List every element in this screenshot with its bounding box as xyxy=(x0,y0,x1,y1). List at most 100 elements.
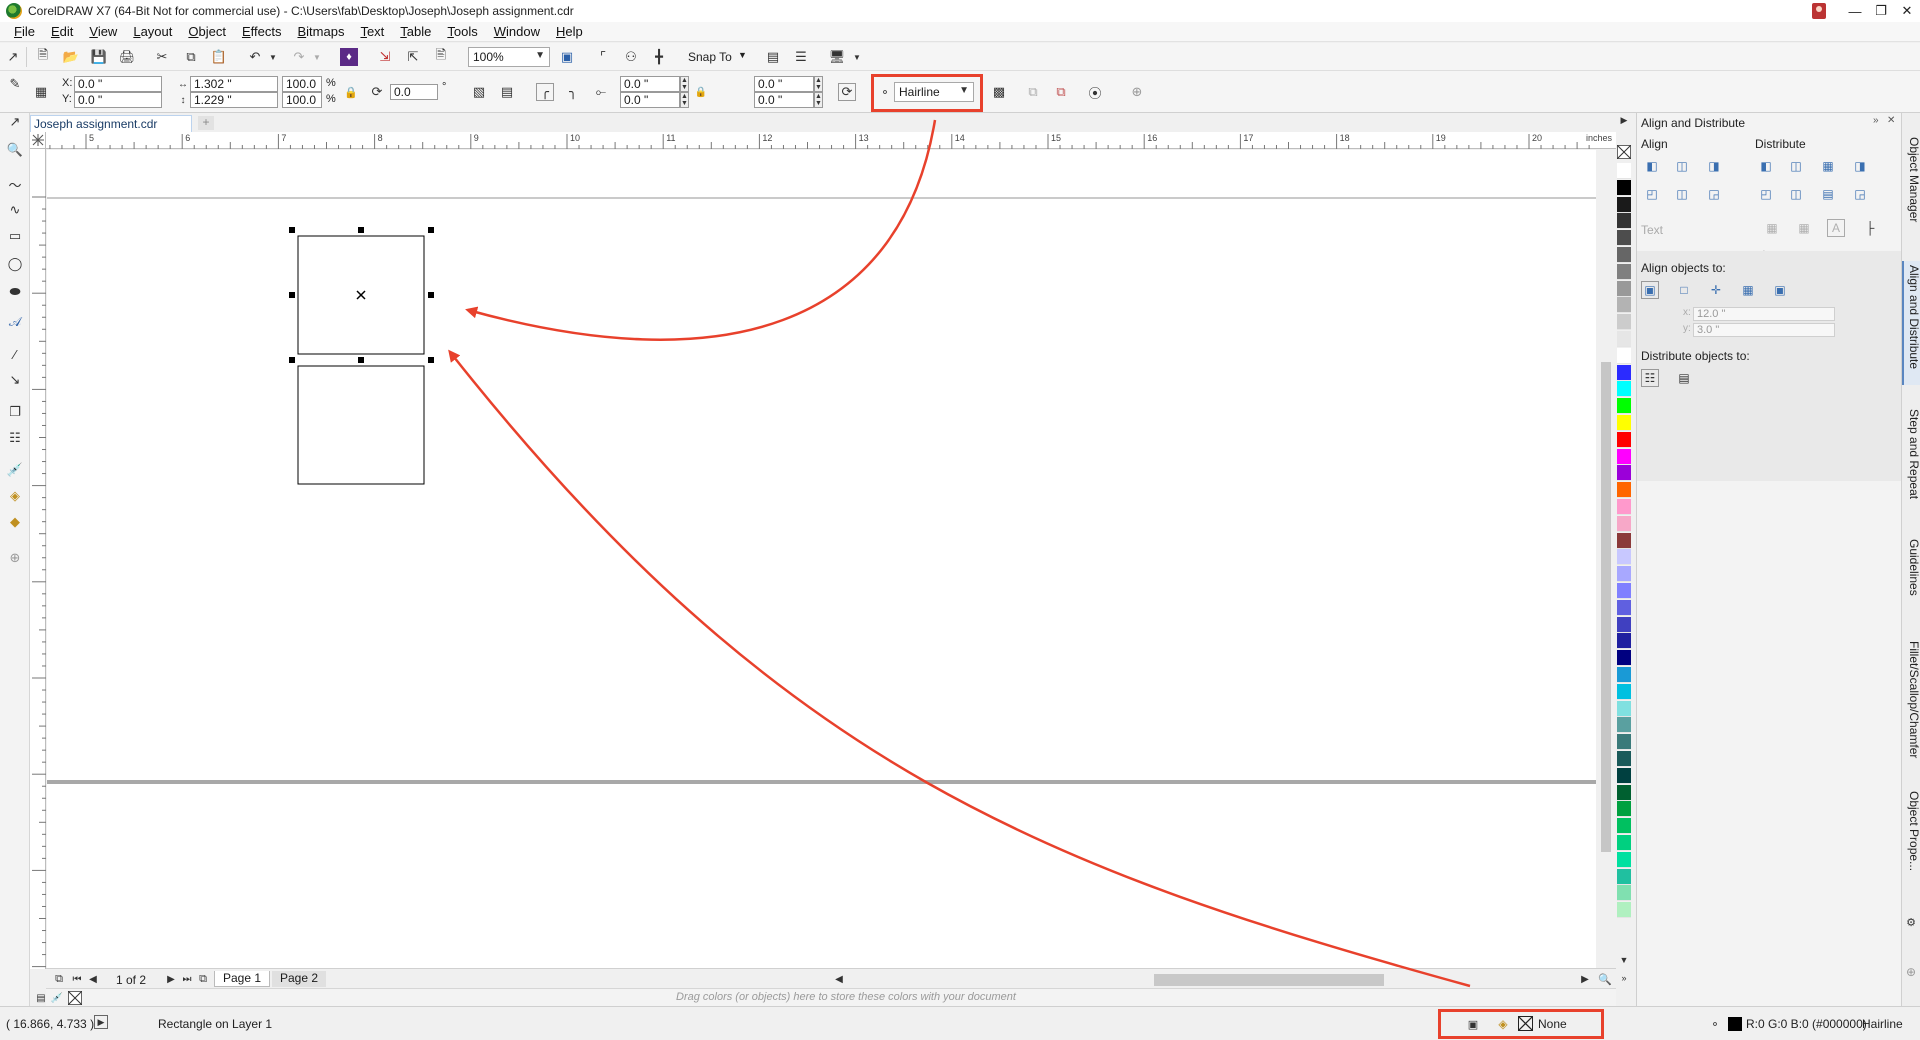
docker-expand-icon[interactable]: » xyxy=(1873,115,1879,126)
palette-swatch[interactable] xyxy=(1617,465,1631,482)
spin-icon[interactable]: ▲ ▼ xyxy=(680,92,689,108)
menu-text[interactable]: Text xyxy=(352,24,392,39)
palette-swatch[interactable] xyxy=(1617,667,1631,683)
palette-swatch[interactable] xyxy=(1617,331,1631,347)
page-tab-2[interactable]: Page 2 xyxy=(272,971,327,987)
rotation-center-icon[interactable] xyxy=(356,290,366,300)
text-align-options-icon[interactable]: ├ xyxy=(1861,219,1879,237)
scroll-right-icon[interactable]: ▶ xyxy=(1576,970,1594,988)
palette-swatch[interactable] xyxy=(1617,650,1631,667)
to-back-icon[interactable]: ⧉ xyxy=(1052,83,1070,101)
distribute-right-icon[interactable]: ◨ xyxy=(1851,157,1869,175)
export-icon[interactable]: ⇱ xyxy=(404,48,422,66)
zoom-level-combo[interactable]: 100% ▼ xyxy=(468,47,550,67)
palette-swatch[interactable] xyxy=(1617,179,1631,196)
palette-swatch[interactable] xyxy=(1617,868,1631,885)
palette-swatch[interactable] xyxy=(1617,633,1631,650)
color-eyedropper-icon[interactable]: 💉 xyxy=(6,461,24,479)
palette-swatch[interactable] xyxy=(1617,247,1631,263)
align-bottom-icon[interactable]: ◲ xyxy=(1705,185,1723,203)
palette-swatch[interactable] xyxy=(1617,902,1631,919)
side-tab-object-properties[interactable]: Object Prope... xyxy=(1902,787,1920,891)
distribute-middle-icon[interactable]: ◫ xyxy=(1787,185,1805,203)
user-account-icon[interactable] xyxy=(1812,3,1826,19)
extent-of-selection-icon[interactable]: ☷ xyxy=(1641,369,1659,387)
palette-swatch[interactable] xyxy=(1617,784,1631,801)
ruler-corner[interactable] xyxy=(30,132,46,149)
palette-swatch[interactable] xyxy=(1617,163,1631,179)
align-right-icon[interactable]: ◨ xyxy=(1705,157,1723,175)
corner-radius-top-right[interactable]: 0.0 " xyxy=(754,76,814,92)
rectangle-tool-icon[interactable]: ▭ xyxy=(6,227,24,245)
grid-icon[interactable]: ▦ xyxy=(1739,281,1757,299)
quick-customize-icon[interactable]: ⊕ xyxy=(1128,83,1146,101)
palette-swatch[interactable] xyxy=(1617,213,1631,230)
side-tab-step-repeat[interactable]: Step and Repeat xyxy=(1902,405,1920,515)
side-tab-guidelines[interactable]: Guidelines xyxy=(1902,535,1920,619)
menu-window[interactable]: Window xyxy=(486,24,548,39)
palette-scroll-up-icon[interactable]: ▶ xyxy=(1615,111,1633,129)
menu-help[interactable]: Help xyxy=(548,24,591,39)
scalloped-corner-icon[interactable]: ╮ xyxy=(564,83,582,101)
menu-edit[interactable]: Edit xyxy=(43,24,81,39)
open-icon[interactable]: 📂 xyxy=(62,48,80,66)
distribute-spacing-icon[interactable]: ▦ xyxy=(1819,157,1837,175)
parallel-dimension-icon[interactable]: ∕ xyxy=(6,345,24,363)
horizontal-scroll-thumb[interactable] xyxy=(1154,974,1384,986)
menu-view[interactable]: View xyxy=(81,24,125,39)
publish-pdf-icon[interactable]: 🖹 xyxy=(432,47,450,66)
menu-tools[interactable]: Tools xyxy=(439,24,485,39)
align-left-icon[interactable]: ◧ xyxy=(1643,157,1661,175)
snap-to-dropdown[interactable]: Snap To xyxy=(688,50,732,64)
y-position-field[interactable]: 0.0 " xyxy=(74,92,162,108)
artistic-media-icon[interactable]: ∿ xyxy=(6,201,24,219)
show-guidelines-icon[interactable]: ╋ xyxy=(650,48,668,66)
full-screen-preview-icon[interactable]: ▣ xyxy=(558,48,576,66)
new-document-icon[interactable]: 🗎 xyxy=(34,47,52,66)
zoom-tool-icon[interactable]: 🔍 xyxy=(6,141,24,159)
close-button[interactable]: ✕ xyxy=(1894,0,1920,22)
restore-button[interactable]: ❐ xyxy=(1868,0,1894,22)
palette-swatch[interactable] xyxy=(1617,683,1631,700)
palette-swatch[interactable] xyxy=(1617,448,1631,465)
drop-shadow-icon[interactable]: ❐ xyxy=(6,403,24,421)
palette-swatch[interactable] xyxy=(1617,515,1631,532)
palette-swatch[interactable] xyxy=(1617,835,1631,851)
menu-file[interactable]: File xyxy=(6,24,43,39)
paste-icon[interactable]: 📋 xyxy=(210,48,228,66)
undo-dropdown-icon[interactable]: ▼ xyxy=(264,48,282,66)
palette-swatch[interactable] xyxy=(1617,297,1631,314)
lock-ratio-icon[interactable]: 🔒 xyxy=(342,83,360,101)
corner-radius-bottom-right[interactable]: 0.0 " xyxy=(754,92,814,108)
convert-to-curves-icon[interactable]: ⦿ xyxy=(1086,83,1104,101)
transparency-icon[interactable]: ☷ xyxy=(6,429,24,447)
mirror-vertical-icon[interactable]: ▤ xyxy=(498,83,516,101)
copy-icon[interactable]: ⧉ xyxy=(182,48,200,66)
text-tool-icon[interactable]: 𝒜 xyxy=(6,313,24,331)
x-point-field[interactable]: 12.0 " xyxy=(1693,307,1835,321)
palette-swatch[interactable] xyxy=(1617,751,1631,767)
play-macro-icon[interactable]: ▶ xyxy=(94,1015,108,1029)
horizontal-ruler[interactable]: 5 6 7 8 9 10 11 12 13 14 15 16 17 18 19 20 inches xyxy=(46,132,1616,149)
side-tab-object-manager[interactable]: Object Manager xyxy=(1902,133,1920,243)
palette-scroll-down-icon[interactable]: ▼ xyxy=(1615,951,1633,969)
drawing-canvas[interactable] xyxy=(47,150,1616,968)
palette-swatch[interactable] xyxy=(1617,230,1631,247)
palette-swatch[interactable] xyxy=(1617,549,1631,566)
height-field[interactable]: 1.229 " xyxy=(190,92,278,108)
palette-swatch[interactable] xyxy=(1617,583,1631,599)
specified-point-icon[interactable]: ▣ xyxy=(1771,281,1789,299)
palette-swatch[interactable] xyxy=(1617,482,1631,499)
chamfered-corner-icon[interactable]: ⟜ xyxy=(592,83,610,101)
chevron-down-icon[interactable]: ▼ xyxy=(738,50,747,60)
spin-icon[interactable]: ▲ ▼ xyxy=(680,76,689,92)
align-center-horizontal-icon[interactable]: ◫ xyxy=(1673,157,1691,175)
palette-swatch[interactable] xyxy=(1617,347,1631,364)
polygon-tool-icon[interactable]: ⬬ xyxy=(6,283,24,301)
mirror-horizontal-icon[interactable]: ▧ xyxy=(470,83,488,101)
palette-swatch[interactable] xyxy=(1617,700,1631,717)
palette-swatch[interactable] xyxy=(1617,314,1631,331)
application-launcher-icon[interactable]: ☰ xyxy=(792,48,810,66)
ellipse-tool-icon[interactable]: ◯ xyxy=(6,255,24,273)
welcome-screen-icon[interactable]: 🖥 xyxy=(828,48,846,66)
